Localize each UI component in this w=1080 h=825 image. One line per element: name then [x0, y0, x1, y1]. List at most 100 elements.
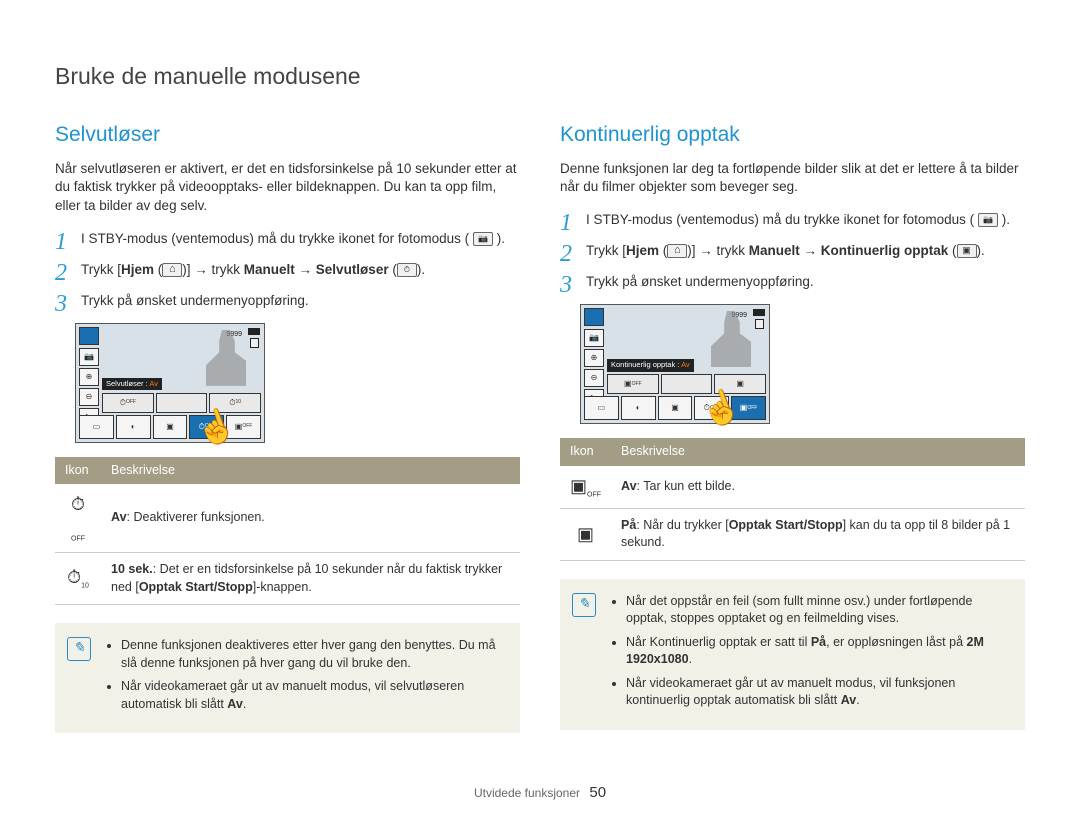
icon-off: ⏱OFF	[55, 484, 101, 552]
burst-button: ▣OFF	[226, 415, 261, 439]
table-row: ⏱10 10 sek.: Det er en tidsforsinkelse p…	[55, 553, 520, 605]
continuous-icon	[957, 244, 977, 258]
step-text-end: ).	[497, 231, 505, 246]
left-column: Selvutløser Når selvutløseren er aktiver…	[55, 120, 520, 733]
zoom-in-icon: ⊕	[79, 368, 99, 386]
page-number: 50	[589, 784, 606, 801]
desc-cell: På: Når du trykker [Opptak Start/Stopp] …	[611, 508, 1025, 560]
photo-mode-icon: 📷	[584, 329, 604, 347]
note-item: Når videokameraet går ut av manuelt modu…	[121, 678, 504, 713]
option-placeholder	[156, 393, 208, 413]
table-header-row: Ikon Beskrivelse	[560, 438, 1025, 466]
note-item: Når videokameraet går ut av manuelt modu…	[626, 675, 1009, 710]
step-3: 3 Trykk på ønsket undermenyoppføring.	[560, 273, 1025, 292]
intro-left: Når selvutløseren er aktivert, er det en…	[55, 160, 520, 217]
note-box-right: ✎ Når det oppstår en feil (som fullt min…	[560, 579, 1025, 730]
timer-off-icon	[397, 263, 417, 277]
step-text: Trykk på ønsket undermenyoppføring.	[81, 293, 309, 308]
zoom-in-icon: ⊕	[584, 349, 604, 367]
footer-section: Utvidede funksjoner	[474, 786, 580, 800]
heading-selvutloser: Selvutløser	[55, 120, 520, 149]
camera-screen-right: 9999 📷 ⊕ ⊖ ▶ Kontinuerlig opptak : Av ▣O…	[580, 304, 770, 424]
option-row: ▣OFF ▣	[607, 374, 766, 394]
icon-table-left: Ikon Beskrivelse ⏱OFF Av: Deaktiverer fu…	[55, 457, 520, 605]
mode-icon	[79, 327, 99, 345]
note-box-left: ✎ Denne funksjonen deaktiveres etter hve…	[55, 623, 520, 733]
overlay-label: Selvutløser : Av	[102, 378, 162, 391]
heading-kontinuerlig: Kontinuerlig opptak	[560, 120, 1025, 149]
desc-cell: 10 sek.: Det er en tidsforsinkelse på 10…	[101, 553, 520, 605]
step-number: 2	[560, 238, 572, 272]
manual-page: Bruke de manuelle modusene Selvutløser N…	[0, 0, 1080, 753]
desc-cell: Av: Deaktiverer funksjonen.	[101, 484, 520, 552]
option-off: ⏱OFF	[102, 393, 154, 413]
icon-on: ▣	[560, 508, 611, 560]
th-desc: Beskrivelse	[101, 457, 520, 485]
note-icon: ✎	[67, 637, 91, 661]
step-3: 3 Trykk på ønsket undermenyoppføring.	[55, 292, 520, 311]
th-desc: Beskrivelse	[611, 438, 1025, 466]
note-item: Når Kontinuerlig opptak er satt til På, …	[626, 634, 1009, 669]
battery-icon	[753, 309, 765, 316]
menu-button: ▭	[79, 415, 114, 439]
burst-button-active: ▣OFF	[731, 396, 766, 420]
page-footer: Utvidede funksjoner 50	[0, 782, 1080, 803]
th-icon: Ikon	[55, 457, 101, 485]
desc-cell: Av: Tar kun ett bilde.	[611, 466, 1025, 509]
table-row: ▣OFF Av: Tar kun ett bilde.	[560, 466, 1025, 509]
zoom-out-icon: ⊖	[584, 369, 604, 387]
note-list: Når det oppstår en feil (som fullt minne…	[608, 593, 1009, 716]
step-number: 2	[55, 257, 67, 291]
step-text: I STBY-modus (ventemodus) må du trykke i…	[81, 231, 469, 246]
intro-right: Denne funksjonen lar deg ta fortløpende …	[560, 160, 1025, 198]
table-row: ⏱OFF Av: Deaktiverer funksjonen.	[55, 484, 520, 552]
option-on: ▣	[714, 374, 766, 394]
two-column-layout: Selvutløser Når selvutløseren er aktiver…	[55, 120, 1025, 733]
button-2: ◐	[116, 415, 151, 439]
step-1: 1 I STBY-modus (ventemodus) må du trykke…	[560, 211, 1025, 230]
option-row: ⏱OFF ⏱10	[102, 393, 261, 413]
photo-mode-icon: 📷	[79, 348, 99, 366]
option-placeholder	[661, 374, 713, 394]
home-icon	[162, 263, 182, 277]
battery-icon	[248, 328, 260, 335]
button-2: ◐	[621, 396, 656, 420]
mode-icon	[584, 308, 604, 326]
camera-icon	[473, 232, 493, 246]
step-1: 1 I STBY-modus (ventemodus) må du trykke…	[55, 230, 520, 249]
step-number: 3	[560, 269, 572, 303]
steps-right: 1 I STBY-modus (ventemodus) må du trykke…	[560, 211, 1025, 292]
step-number: 1	[55, 226, 67, 260]
note-list: Denne funksjonen deaktiveres etter hver …	[103, 637, 504, 719]
camera-icon	[978, 213, 998, 227]
camera-screen-left: 9999 📷 ⊕ ⊖ ▶ Selvutløser : Av ⏱OFF ⏱10	[75, 323, 265, 443]
option-off: ▣OFF	[607, 374, 659, 394]
option-10s: ⏱10	[209, 393, 261, 413]
step-2: 2 Trykk [Hjem ()] → trykk Manuelt → Selv…	[55, 261, 520, 280]
home-icon	[667, 244, 687, 258]
timer-button: ⏱OFF	[694, 396, 729, 420]
bottom-bar: ▭ ◐ ▣ ⏱OFF ▣OFF	[584, 396, 766, 420]
menu-button: ▭	[584, 396, 619, 420]
page-title: Bruke de manuelle modusene	[55, 60, 1025, 92]
timer-button-active: ⏱OFF	[189, 415, 224, 439]
table-row: ▣ På: Når du trykker [Opptak Start/Stopp…	[560, 508, 1025, 560]
step-2: 2 Trykk [Hjem ()] → trykk Manuelt → Kont…	[560, 242, 1025, 261]
sdcard-icon	[250, 338, 259, 348]
icon-off: ▣OFF	[560, 466, 611, 509]
note-icon: ✎	[572, 593, 596, 617]
sdcard-icon	[755, 319, 764, 329]
note-item: Denne funksjonen deaktiveres etter hver …	[121, 637, 504, 672]
zoom-out-icon: ⊖	[79, 388, 99, 406]
note-item: Når det oppstår en feil (som fullt minne…	[626, 593, 1009, 628]
table-header-row: Ikon Beskrivelse	[55, 457, 520, 485]
steps-left: 1 I STBY-modus (ventemodus) må du trykke…	[55, 230, 520, 311]
icon-10s: ⏱10	[55, 553, 101, 605]
th-icon: Ikon	[560, 438, 611, 466]
step-number: 1	[560, 207, 572, 241]
button-3: ▣	[153, 415, 188, 439]
overlay-label: Kontinuerlig opptak : Av	[607, 359, 694, 372]
icon-table-right: Ikon Beskrivelse ▣OFF Av: Tar kun ett bi…	[560, 438, 1025, 561]
right-column: Kontinuerlig opptak Denne funksjonen lar…	[560, 120, 1025, 733]
bottom-bar: ▭ ◐ ▣ ⏱OFF ▣OFF	[79, 415, 261, 439]
